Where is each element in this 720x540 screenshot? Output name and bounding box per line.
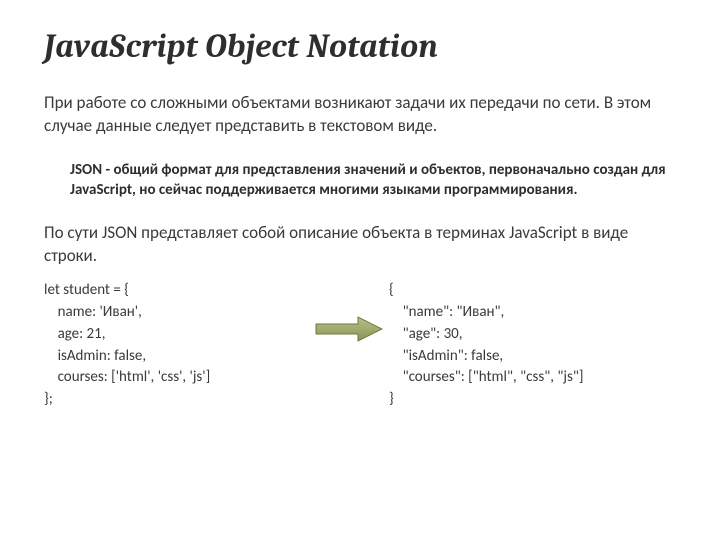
arrow-container — [309, 280, 389, 344]
intro-paragraph: При работе со сложными объектами возника… — [44, 92, 676, 138]
code-comparison: let student = { name: 'Иван', age: 21, i… — [44, 280, 676, 411]
json-output-code: { "name": "Иван", "age": 30, "isAdmin": … — [389, 280, 676, 411]
arrow-right-icon — [314, 314, 384, 344]
slide: JavaScript Object Notation При работе со… — [0, 0, 720, 540]
js-object-code: let student = { name: 'Иван', age: 21, i… — [44, 280, 309, 411]
slide-title: JavaScript Object Notation — [44, 28, 676, 66]
summary-paragraph: По сути JSON представляет собой описание… — [44, 222, 676, 268]
json-definition: JSON - общий формат для представления зн… — [44, 160, 676, 201]
